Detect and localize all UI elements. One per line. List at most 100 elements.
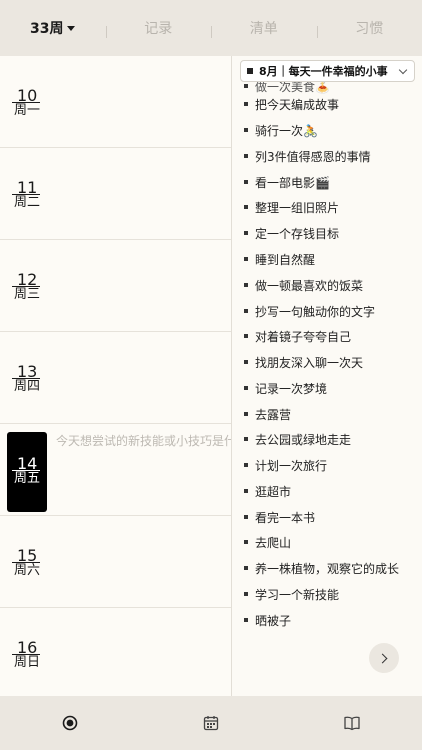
bullet-icon bbox=[244, 412, 248, 416]
bullet-icon bbox=[244, 437, 248, 441]
bullet-icon bbox=[244, 84, 248, 88]
list-item[interactable]: 对着镜子夸夸自己 bbox=[244, 326, 351, 346]
list-item[interactable]: 整理一组旧照片 bbox=[244, 197, 339, 217]
day-weekday: 周日 bbox=[14, 655, 41, 670]
bullet-icon bbox=[244, 566, 248, 570]
list-item[interactable]: 定一个存钱目标 bbox=[244, 223, 339, 243]
bullet-icon bbox=[244, 360, 248, 364]
list-item-text: 睡到自然醒 bbox=[255, 252, 316, 267]
idea-list-panel: 做一次美食🍝 把今天编成故事 骑行一次🚴 列3件值得感恩的事情 看一部电影🎬 整… bbox=[232, 56, 422, 696]
list-item-text: 记录一次梦境 bbox=[255, 381, 328, 396]
list-item[interactable]: 晒被子 bbox=[244, 610, 291, 630]
list-item[interactable]: 去爬山 bbox=[244, 532, 291, 552]
bullet-icon bbox=[244, 102, 248, 106]
bullet-icon bbox=[244, 334, 248, 338]
nav-record-button[interactable] bbox=[0, 696, 141, 750]
list-item[interactable]: 睡到自然醒 bbox=[244, 249, 315, 269]
day-row-thursday[interactable]: 13 周四 bbox=[0, 332, 232, 424]
list-item[interactable]: 去公园或绿地走走 bbox=[244, 429, 351, 449]
category-dropdown[interactable]: 8月｜每天一件幸福的小事 bbox=[240, 60, 415, 82]
bullet-icon bbox=[244, 205, 248, 209]
list-item-text: 做一顿最喜欢的饭菜 bbox=[255, 278, 364, 293]
tab-list[interactable]: 清单 bbox=[211, 0, 317, 56]
caret-down-icon bbox=[67, 25, 76, 31]
category-label: 8月｜每天一件幸福的小事 bbox=[259, 65, 388, 78]
day-row-monday[interactable]: 10 周一 bbox=[0, 56, 232, 148]
calendar-icon bbox=[203, 716, 219, 731]
bullet-icon bbox=[244, 257, 248, 261]
bullet-icon bbox=[244, 515, 248, 519]
list-item[interactable]: 做一顿最喜欢的饭菜 bbox=[244, 275, 363, 295]
day-row-saturday[interactable]: 15 周六 bbox=[0, 516, 232, 608]
bullet-icon bbox=[244, 180, 248, 184]
day-row-friday-today[interactable]: 14 周五 今天想尝试的新技能或小技巧是什么 bbox=[0, 424, 232, 516]
list-item[interactable]: 把今天编成故事 bbox=[244, 94, 339, 114]
day-row-tuesday[interactable]: 11 周二 bbox=[0, 148, 232, 240]
bullet-icon bbox=[244, 154, 248, 158]
top-tab-bar: 33周 记录 清单 习惯 bbox=[0, 0, 422, 56]
bullet-icon bbox=[244, 463, 248, 467]
list-item[interactable]: 记录一次梦境 bbox=[244, 378, 327, 398]
list-item[interactable]: 去露营 bbox=[244, 404, 291, 424]
list-item-text: 计划一次旅行 bbox=[255, 458, 328, 473]
tab-list-label: 清单 bbox=[249, 21, 278, 37]
list-item[interactable]: 计划一次旅行 bbox=[244, 455, 327, 475]
next-page-button[interactable] bbox=[369, 643, 399, 673]
list-item-text: 晒被子 bbox=[255, 613, 292, 628]
day-weekday: 周一 bbox=[14, 103, 41, 118]
journal-prompt-input[interactable]: 今天想尝试的新技能或小技巧是什么 bbox=[56, 432, 232, 449]
list-item-text: 找朋友深入聊一次天 bbox=[255, 355, 364, 370]
list-item-text: 抄写一句触动你的文字 bbox=[255, 304, 376, 319]
nav-book-button[interactable] bbox=[281, 696, 422, 750]
bottom-nav-bar bbox=[0, 696, 422, 750]
bullet-icon bbox=[244, 128, 248, 132]
list-item-text: 去爬山 bbox=[255, 535, 292, 550]
list-item[interactable]: 找朋友深入聊一次天 bbox=[244, 352, 363, 372]
list-item-text: 把今天编成故事 bbox=[255, 97, 340, 112]
tab-habits-label: 习惯 bbox=[355, 21, 384, 37]
record-circle-icon bbox=[63, 715, 78, 731]
day-weekday: 周六 bbox=[14, 563, 41, 578]
list-item[interactable]: 骑行一次🚴 bbox=[244, 120, 318, 140]
bullet-icon bbox=[244, 309, 248, 313]
list-item-text: 骑行一次🚴 bbox=[255, 123, 318, 138]
bullet-icon bbox=[244, 618, 248, 622]
chevron-right-icon bbox=[377, 653, 388, 663]
list-item[interactable]: 抄写一句触动你的文字 bbox=[244, 301, 375, 321]
bullet-icon bbox=[244, 592, 248, 596]
nav-calendar-button[interactable] bbox=[141, 696, 282, 750]
bullet-icon bbox=[244, 283, 248, 287]
week-day-column: 10 周一 11 周二 12 周三 13 周四 14 周五 今天想尝试的新技能或… bbox=[0, 56, 232, 696]
list-item[interactable]: 列3件值得感恩的事情 bbox=[244, 146, 371, 166]
tab-week[interactable]: 33周 bbox=[0, 0, 106, 56]
day-weekday: 周四 bbox=[14, 379, 41, 394]
day-row-wednesday[interactable]: 12 周三 bbox=[0, 240, 232, 332]
bullet-icon bbox=[244, 540, 248, 544]
tab-habits[interactable]: 习惯 bbox=[316, 0, 422, 56]
list-item-text: 学习一个新技能 bbox=[255, 587, 340, 602]
day-weekday: 周五 bbox=[14, 471, 41, 486]
list-item[interactable]: 养一株植物，观察它的成长 bbox=[244, 558, 399, 578]
day-row-sunday[interactable]: 16 周日 bbox=[0, 608, 232, 696]
chevron-down-icon bbox=[398, 65, 408, 75]
square-icon bbox=[247, 68, 253, 74]
list-item[interactable]: 看完一本书 bbox=[244, 507, 315, 527]
list-item[interactable]: 逛超市 bbox=[244, 481, 291, 501]
list-item-text: 看一部电影🎬 bbox=[255, 175, 330, 190]
list-item-text: 定一个存钱目标 bbox=[255, 226, 340, 241]
list-item-text: 整理一组旧照片 bbox=[255, 200, 340, 215]
day-weekday: 周三 bbox=[14, 287, 41, 302]
list-item-text: 逛超市 bbox=[255, 484, 292, 499]
list-item[interactable]: 看一部电影🎬 bbox=[244, 172, 330, 192]
bullet-icon bbox=[244, 386, 248, 390]
list-item-text: 养一株植物，观察它的成长 bbox=[255, 561, 400, 576]
list-item-text: 对着镜子夸夸自己 bbox=[255, 329, 352, 344]
bullet-icon bbox=[244, 231, 248, 235]
tab-records-label: 记录 bbox=[144, 21, 173, 37]
list-item-text: 去露营 bbox=[255, 407, 292, 422]
tab-records[interactable]: 记录 bbox=[105, 0, 212, 56]
tab-week-label: 33周 bbox=[30, 21, 64, 37]
book-icon bbox=[344, 716, 360, 731]
list-item[interactable]: 学习一个新技能 bbox=[244, 584, 339, 604]
list-item-text: 去公园或绿地走走 bbox=[255, 432, 352, 447]
